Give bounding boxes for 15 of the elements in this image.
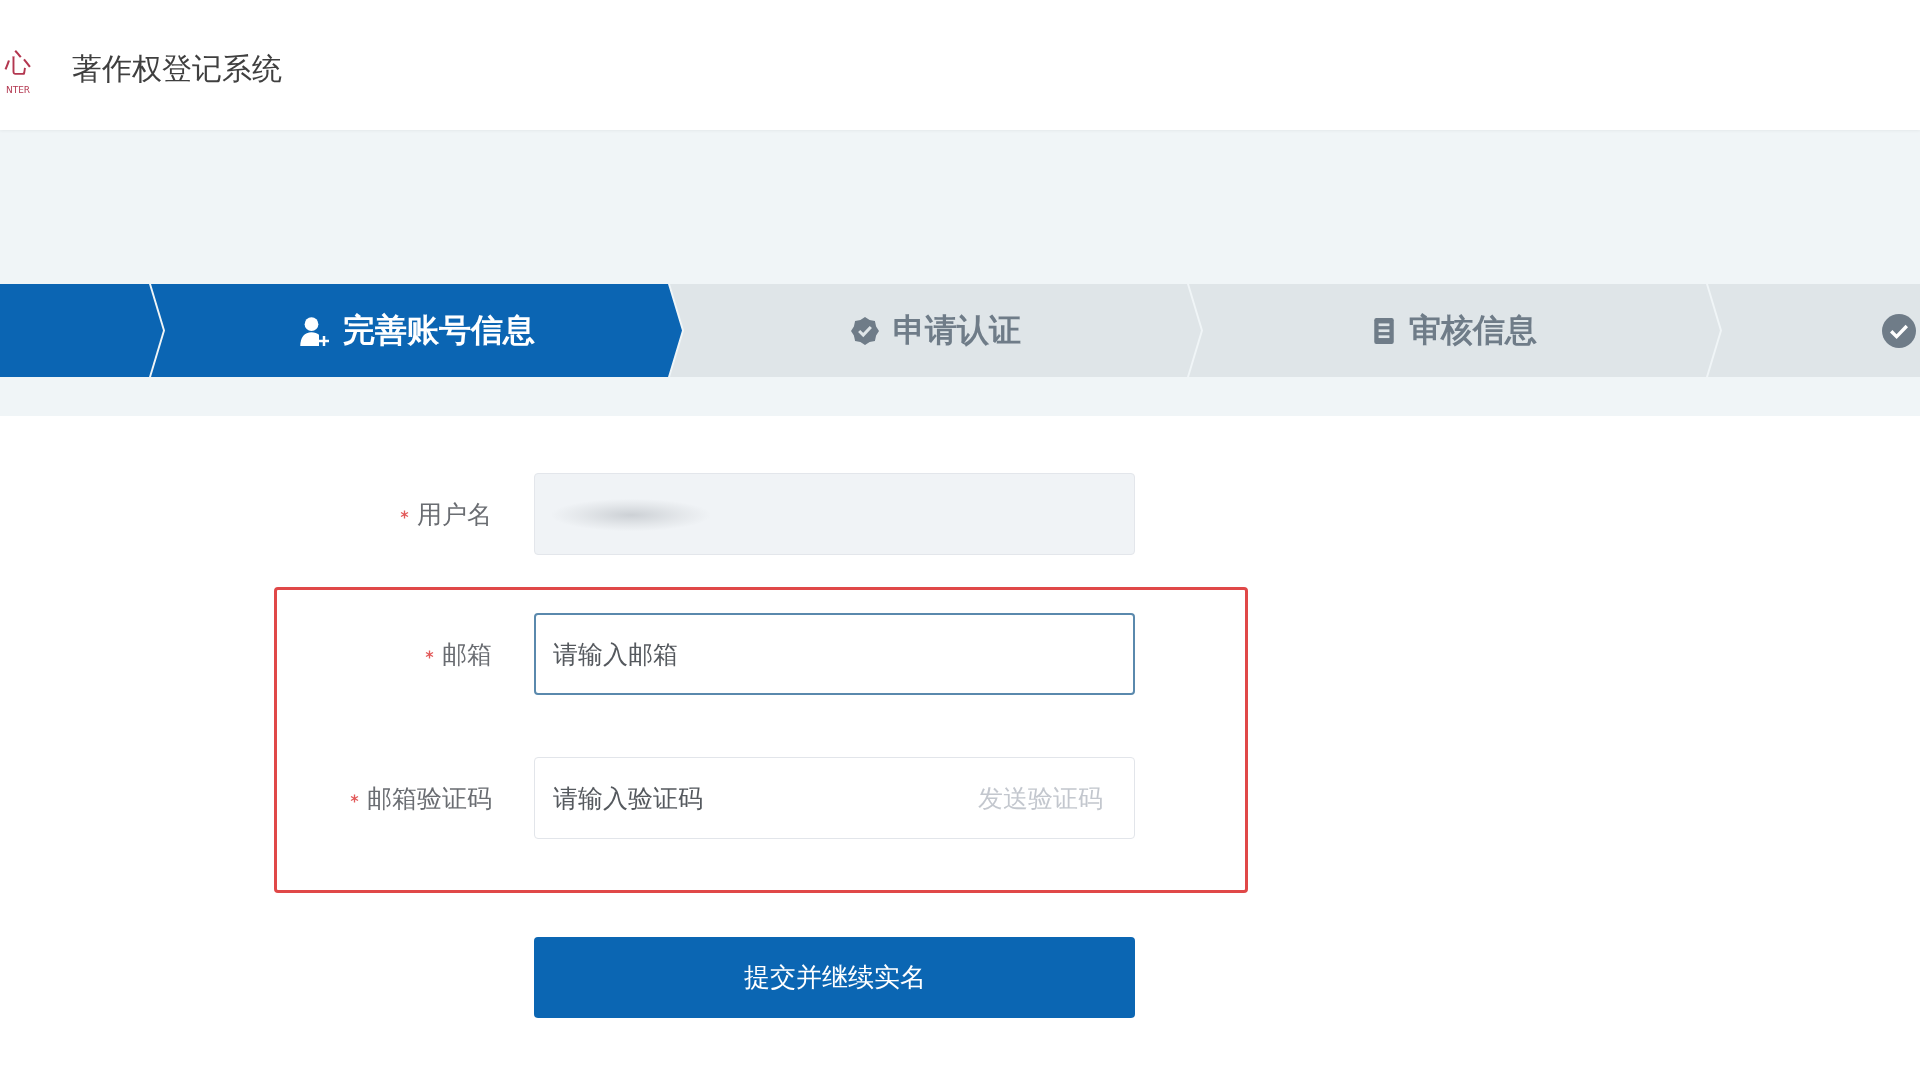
- step-label: 完善账号信息: [342, 309, 535, 351]
- submit-button[interactable]: 提交并继续实名: [534, 937, 1135, 1018]
- field-label: 邮箱验证码: [367, 782, 492, 815]
- step-label: 申请认证: [892, 309, 1021, 351]
- logo-glyph: 心: [5, 49, 31, 76]
- system-title: 著作权登记系统: [72, 49, 282, 88]
- field-label: 用户名: [417, 498, 492, 531]
- user-add-icon: [298, 315, 329, 346]
- document-icon: [1372, 317, 1395, 344]
- logo-caption: NTER: [5, 85, 31, 95]
- input-field[interactable]: 请输入邮箱: [534, 613, 1135, 695]
- badge-check-icon: [850, 316, 879, 345]
- check-circle-icon: [1882, 313, 1916, 348]
- step-label: 审核信息: [1408, 309, 1537, 351]
- field-label: 邮箱: [442, 638, 492, 671]
